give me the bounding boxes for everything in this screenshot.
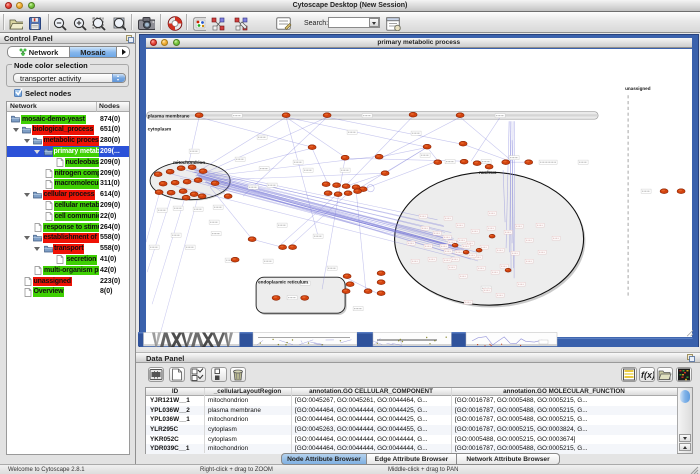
svg-text:cytoplasm: cytoplasm [147,126,171,132]
svg-text:endoplasmic reticulum: endoplasmic reticulum [258,279,308,284]
svg-text:nucleus: nucleus [479,170,497,175]
svg-text:plasma membrane: plasma membrane [147,113,189,119]
svg-text:f(x): f(x) [641,370,654,380]
svg-text:unassigned: unassigned [625,86,651,91]
svg-text:mitochondrion: mitochondrion [173,160,205,165]
